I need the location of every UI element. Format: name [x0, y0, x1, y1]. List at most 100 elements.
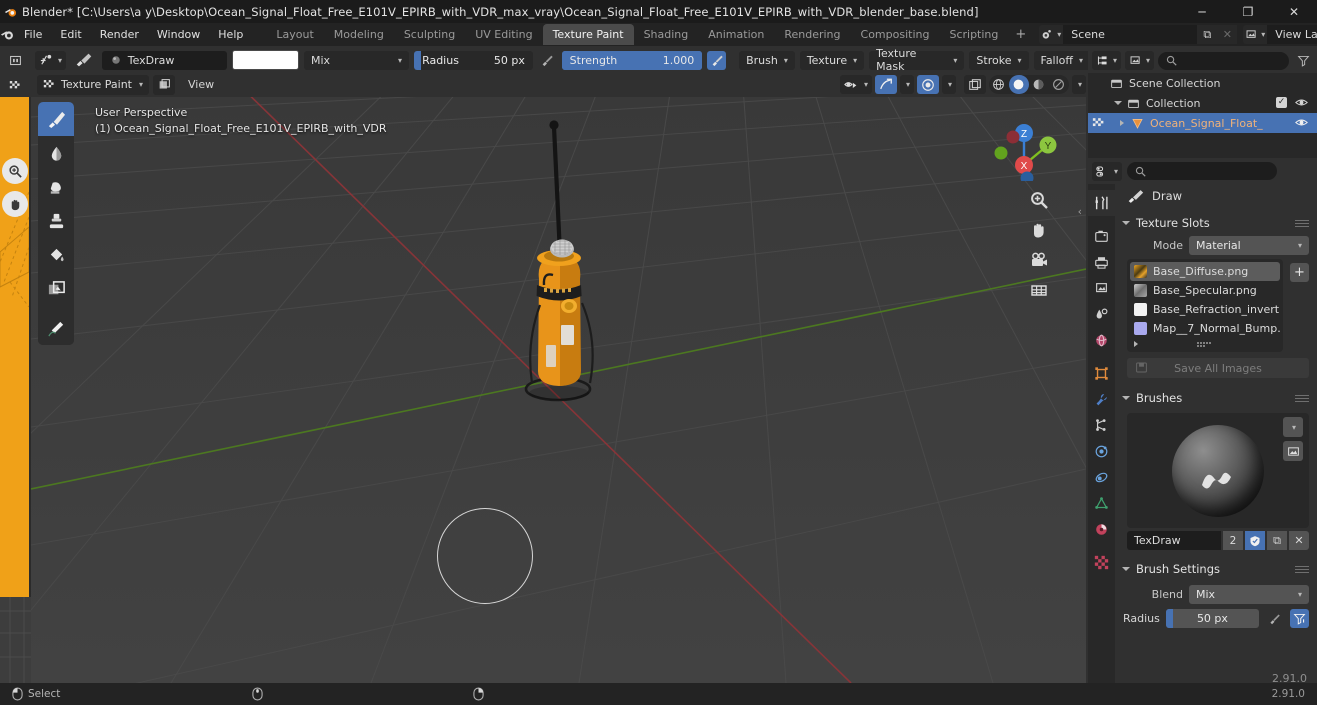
remove-scene-button[interactable]: ✕	[1217, 25, 1238, 44]
sidebar-toggle-arrow-icon[interactable]: ‹	[1078, 205, 1082, 218]
view-layer-icon[interactable]: ▾	[1243, 25, 1268, 44]
tool-selector-dropdown[interactable]: ▾	[35, 50, 67, 70]
zoom-icon[interactable]	[1028, 189, 1050, 211]
fill-tool-icon[interactable]	[38, 238, 74, 272]
tab-layout[interactable]: Layout	[266, 24, 323, 45]
tool-tab-icon[interactable]	[1088, 190, 1115, 216]
tab-compositing[interactable]: Compositing	[851, 24, 940, 45]
view-menu[interactable]: View	[179, 75, 223, 95]
3d-viewport[interactable]: User Perspective (1) Ocean_Signal_Float_…	[31, 97, 1086, 683]
tab-texture-paint[interactable]: Texture Paint	[542, 24, 634, 45]
remove-brush-button[interactable]: ✕	[1289, 531, 1309, 550]
material-preview-shading-button[interactable]	[1029, 75, 1049, 94]
scene-tab-icon[interactable]	[1088, 301, 1115, 327]
brush-preview[interactable]: ▾	[1127, 413, 1309, 528]
solid-shading-button[interactable]	[1008, 75, 1029, 94]
navigation-gizmo[interactable]: Z Y X	[986, 105, 1062, 181]
outliner-display-mode-icon[interactable]: ▾	[1125, 51, 1155, 70]
radius-pressure-icon[interactable]	[1265, 609, 1284, 628]
texture-slot-item[interactable]: Base_Refraction_invert....	[1130, 300, 1280, 319]
radius-slider[interactable]: Radius 50 px	[414, 50, 533, 70]
adjacent-zoom-icon[interactable]	[2, 158, 28, 184]
stroke-menu[interactable]: Stroke ▾	[969, 50, 1029, 70]
add-workspace-button[interactable]: +	[1008, 23, 1033, 46]
view-layer-tab-icon[interactable]	[1088, 275, 1115, 301]
collection-checkbox[interactable]: ✓	[1276, 97, 1287, 108]
hand-icon[interactable]	[1028, 219, 1050, 241]
menu-window[interactable]: Window	[148, 23, 209, 46]
scene-icon[interactable]: ▾	[1039, 25, 1064, 44]
smear-tool-icon[interactable]	[38, 170, 74, 204]
properties-search-input[interactable]	[1127, 162, 1277, 180]
modifier-tab-icon[interactable]	[1088, 386, 1115, 412]
shield-icon[interactable]	[1245, 531, 1265, 550]
minimize-button[interactable]: ─	[1179, 0, 1225, 23]
view-layer-name-field[interactable]: View Layer	[1267, 25, 1317, 44]
wireframe-shading-button[interactable]	[989, 75, 1009, 94]
scene-name-field[interactable]: Scene	[1063, 25, 1198, 44]
viewport-overlay-toggle[interactable]	[153, 74, 175, 95]
physics-tab-icon[interactable]	[1088, 438, 1115, 464]
annotate-tool-icon[interactable]	[38, 311, 74, 345]
tab-shading[interactable]: Shading	[634, 24, 699, 45]
eye-icon[interactable]	[1295, 96, 1308, 109]
texture-slot-list[interactable]: Base_Diffuse.png Base_Specular.png Base_…	[1127, 259, 1283, 352]
chevron-right-icon[interactable]	[1134, 341, 1138, 347]
adjacent-hand-icon[interactable]	[2, 191, 28, 217]
rendered-shading-button[interactable]	[1049, 75, 1069, 94]
close-button[interactable]: ✕	[1271, 0, 1317, 23]
draw-tool-icon[interactable]	[38, 102, 74, 136]
object-tab-icon[interactable]	[1088, 360, 1115, 386]
brush-preview-icon[interactable]	[71, 51, 97, 70]
output-tab-icon[interactable]	[1088, 249, 1115, 275]
save-all-images-button[interactable]: Save All Images	[1127, 358, 1309, 378]
tab-scripting[interactable]: Scripting	[939, 24, 1008, 45]
particles-tab-icon[interactable]	[1088, 412, 1115, 438]
texture-slot-item[interactable]: Map__7_Normal_Bump....	[1130, 319, 1280, 338]
xray-toggle[interactable]	[963, 75, 986, 94]
interaction-mode-dropdown[interactable]: Texture Paint ▾	[37, 74, 149, 95]
outliner-row-scene-collection[interactable]: Scene Collection	[1088, 73, 1317, 93]
brush-settings-header[interactable]: Brush Settings	[1115, 558, 1317, 580]
proportional-edit-toggle[interactable]	[916, 75, 939, 94]
brush-menu[interactable]: Brush ▾	[739, 50, 795, 70]
texture-tab-icon[interactable]	[1088, 549, 1115, 575]
brush-users-count[interactable]: 2	[1223, 531, 1243, 550]
strength-pressure-icon[interactable]	[707, 50, 727, 70]
unified-radius-icon[interactable]	[1290, 609, 1309, 628]
tab-modeling[interactable]: Modeling	[324, 24, 394, 45]
texture-slot-item[interactable]: Base_Specular.png	[1130, 281, 1280, 300]
chevron-down-icon[interactable]	[1122, 221, 1130, 225]
soften-tool-icon[interactable]	[38, 136, 74, 170]
constraints-tab-icon[interactable]	[1088, 464, 1115, 490]
properties-editor-type-icon[interactable]: ▾	[1092, 161, 1123, 181]
brush-datablock-field[interactable]: TexDraw	[101, 50, 227, 70]
proportional-edit-dropdown[interactable]: ▾	[941, 75, 956, 94]
chevron-down-icon[interactable]	[1114, 101, 1122, 105]
data-tab-icon[interactable]	[1088, 490, 1115, 516]
chevron-right-icon[interactable]	[1120, 120, 1124, 126]
shading-dropdown[interactable]: ▾	[1071, 75, 1086, 94]
falloff-menu[interactable]: Falloff ▾	[1033, 50, 1090, 70]
duplicate-brush-button[interactable]: ⧉	[1267, 531, 1287, 550]
tab-uv-editing[interactable]: UV Editing	[465, 24, 542, 45]
texture-slot-item[interactable]: Base_Diffuse.png	[1130, 262, 1280, 281]
texture-menu[interactable]: Texture ▾	[799, 50, 865, 70]
resize-grip-icon[interactable]	[1197, 341, 1213, 347]
outliner-editor-type-icon[interactable]: ▾	[1092, 51, 1122, 70]
mask-tool-icon[interactable]	[38, 272, 74, 306]
texture-slots-header[interactable]: Texture Slots	[1115, 212, 1317, 234]
tab-sculpting[interactable]: Sculpting	[394, 24, 465, 45]
strength-slider[interactable]: Strength 1.000	[561, 50, 703, 70]
brush-preview-dropdown-button[interactable]: ▾	[1283, 417, 1303, 437]
snapping-dropdown[interactable]: ▾	[899, 75, 914, 94]
tab-rendering[interactable]: Rendering	[774, 24, 850, 45]
grid-icon[interactable]	[1028, 279, 1050, 301]
adjacent-editor-mode-icon[interactable]	[0, 73, 31, 97]
outliner-filter-icon[interactable]	[1293, 51, 1313, 70]
chevron-down-icon[interactable]	[1122, 396, 1130, 400]
tab-animation[interactable]: Animation	[698, 24, 774, 45]
new-scene-button[interactable]: ⧉	[1197, 25, 1218, 44]
camera-icon[interactable]	[1028, 249, 1050, 271]
render-tab-icon[interactable]	[1088, 223, 1115, 249]
